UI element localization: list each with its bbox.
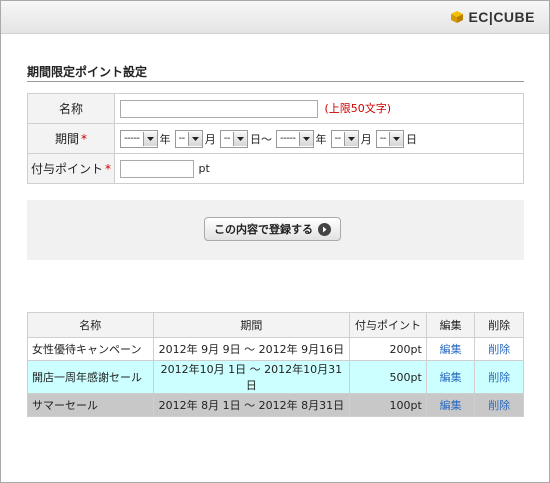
delete-link[interactable]: 削除 (488, 343, 510, 356)
start-year-select[interactable]: ----- (120, 129, 158, 148)
register-button[interactable]: この内容で登録する (204, 217, 341, 241)
form-row-name: 名称 (上限50文字) (27, 93, 524, 124)
table-row: 女性優待キャンペーン 2012年 9月 9日 〜 2012年 9月16日 200… (27, 337, 524, 361)
month-unit: 月 (204, 132, 216, 146)
year-unit: 年 (159, 132, 171, 146)
button-area: この内容で登録する (27, 200, 524, 260)
form-row-period: 期間 * ----- 年 -- 月 -- 日〜 ----- 年 -- 月 -- 日 (27, 123, 524, 154)
row-name: 開店一周年感謝セール (27, 360, 154, 394)
points-label: 付与ポイント (30, 162, 103, 176)
name-limit-note: (上限50文字) (324, 101, 392, 115)
end-month-select[interactable]: -- (330, 129, 359, 148)
period-label: 期間 (54, 132, 79, 146)
chevron-down-icon (142, 131, 157, 146)
required-mark: * (105, 162, 111, 176)
required-mark: * (81, 132, 87, 146)
points-list-table: 名称 期間 付与ポイント 編集 削除 女性優待キャンペーン 2012年 9月 9… (27, 312, 524, 417)
name-input[interactable] (120, 99, 318, 118)
end-year-unit: 年 (315, 132, 327, 146)
row-points: 100pt (349, 393, 427, 417)
chevron-down-icon (187, 131, 202, 146)
row-points: 200pt (349, 337, 427, 361)
row-period: 2012年10月 1日 〜 2012年10月31日 (152, 360, 351, 394)
row-period: 2012年 9月 9日 〜 2012年 9月16日 (152, 337, 351, 361)
logo: EC|CUBE (450, 9, 535, 25)
edit-link[interactable]: 編集 (440, 371, 462, 384)
row-points: 500pt (349, 360, 427, 394)
delete-link[interactable]: 削除 (488, 399, 510, 412)
header-bar: EC|CUBE (1, 1, 549, 34)
edit-link[interactable]: 編集 (440, 399, 462, 412)
table-header-row: 名称 期間 付与ポイント 編集 削除 (27, 312, 524, 338)
points-input[interactable] (120, 159, 194, 178)
table-row: サマーセール 2012年 8月 1日 〜 2012年 8月31日 100pt 編… (27, 393, 524, 417)
col-header-edit: 編集 (425, 312, 476, 338)
register-button-label: この内容で登録する (214, 223, 313, 236)
row-period: 2012年 8月 1日 〜 2012年 8月31日 (152, 393, 351, 417)
name-label: 名称 (58, 102, 83, 116)
col-header-delete: 削除 (474, 312, 524, 338)
col-header-points: 付与ポイント (349, 312, 427, 338)
edit-link[interactable]: 編集 (440, 343, 462, 356)
chevron-down-icon (343, 131, 358, 146)
end-day-unit: 日 (405, 132, 417, 146)
section-title: 期間限定ポイント設定 (27, 65, 148, 79)
chevron-down-icon (388, 131, 403, 146)
points-unit: pt (198, 162, 210, 175)
cube-icon (450, 10, 464, 24)
end-month-unit: 月 (360, 132, 372, 146)
start-day-select[interactable]: -- (219, 129, 248, 148)
start-month-select[interactable]: -- (174, 129, 203, 148)
settings-form: 名称 (上限50文字) 期間 * ----- 年 -- 月 -- 日〜 ----- 年 -- 月 --… (27, 93, 524, 184)
section-divider (27, 81, 524, 82)
col-header-name: 名称 (27, 312, 154, 338)
chevron-down-icon (298, 131, 313, 146)
delete-link[interactable]: 削除 (488, 371, 510, 384)
form-row-points: 付与ポイント * pt (27, 153, 524, 184)
end-year-select[interactable]: ----- (275, 129, 314, 148)
dialog-window: EC|CUBE 期間限定ポイント設定 名称 (上限50文字) 期間 * -----… (0, 0, 550, 483)
row-name: 女性優待キャンペーン (27, 337, 154, 361)
end-day-select[interactable]: -- (375, 129, 404, 148)
chevron-down-icon (232, 131, 247, 146)
table-row: 開店一周年感謝セール 2012年10月 1日 〜 2012年10月31日 500… (27, 360, 524, 394)
row-name: サマーセール (27, 393, 154, 417)
logo-text: EC|CUBE (468, 9, 535, 25)
arrow-right-circle-icon (318, 222, 331, 236)
col-header-period: 期間 (152, 312, 351, 338)
day-unit-tilde: 日〜 (249, 132, 272, 146)
